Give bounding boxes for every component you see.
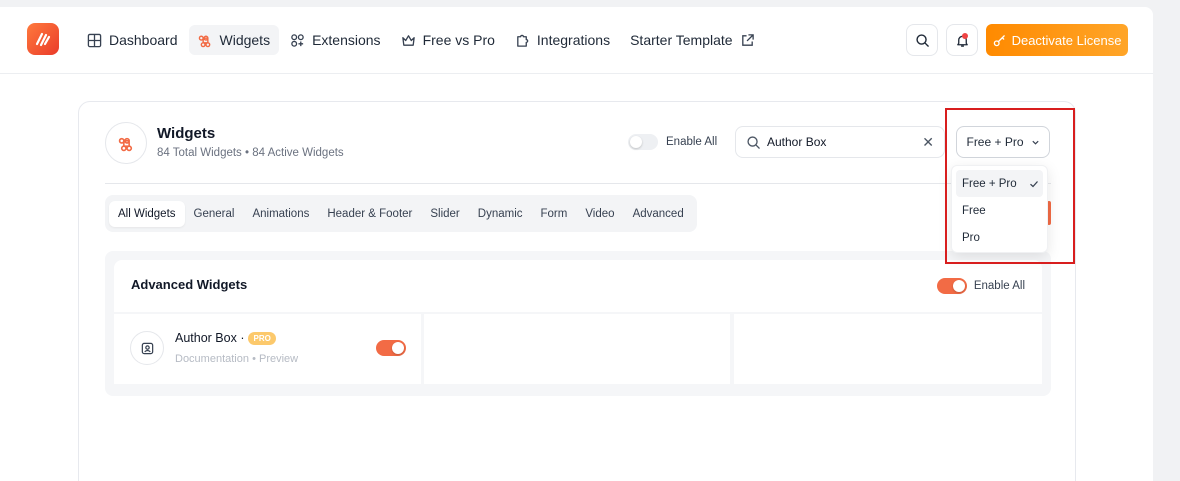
empty-widget-slot — [734, 314, 1042, 384]
nav-label-dashboard: Dashboard — [109, 32, 178, 48]
nav-item-free-vs-pro[interactable]: Free vs Pro — [392, 25, 504, 55]
nav-item-dashboard[interactable]: Dashboard — [78, 25, 187, 55]
top-navigation: Dashboard Widgets Extensions Free vs Pro… — [0, 7, 1153, 74]
extensions-icon — [291, 33, 304, 47]
notifications-button[interactable] — [946, 24, 978, 56]
search-icon — [915, 33, 929, 47]
tab-all-widgets[interactable]: All Widgets — [109, 200, 185, 227]
documentation-link[interactable]: Documentation — [175, 353, 249, 365]
search-icon — [747, 135, 760, 149]
tab-general[interactable]: General — [185, 201, 244, 227]
notification-dot — [962, 33, 968, 39]
brand-logo[interactable] — [27, 23, 59, 55]
annotation-highlight-box — [945, 108, 1075, 264]
clear-search-icon[interactable]: ✕ — [922, 134, 934, 151]
widget-name: Author Box · PRO — [175, 331, 276, 345]
key-icon — [993, 34, 1005, 46]
empty-widget-slot — [424, 314, 730, 384]
nav-item-integrations[interactable]: Integrations — [506, 25, 619, 55]
nav-item-extensions[interactable]: Extensions — [281, 25, 389, 55]
tab-slider[interactable]: Slider — [421, 201, 468, 227]
widget-counts: 84 Total Widgets • 84 Active Widgets — [157, 147, 344, 159]
nav-label-integrations: Integrations — [536, 32, 611, 48]
crown-icon — [401, 34, 415, 46]
counts-separator: • — [245, 147, 250, 159]
nav-item-widgets[interactable]: Widgets — [188, 25, 280, 55]
widget-links: Documentation • Preview — [175, 353, 298, 365]
advanced-widgets-panel: Advanced Widgets Enable All Author Box ·… — [105, 251, 1051, 396]
header-divider — [105, 183, 1051, 184]
logo-mark-icon — [35, 32, 51, 47]
enable-all-toggle[interactable] — [628, 134, 658, 150]
widget-name-text: Author Box · — [175, 331, 245, 345]
panel-enable-all-toggle[interactable] — [936, 278, 967, 294]
author-box-toggle[interactable] — [376, 340, 406, 356]
tab-advanced[interactable]: Advanced — [624, 201, 693, 227]
preview-link[interactable]: Preview — [259, 353, 298, 365]
search-input[interactable] — [767, 135, 917, 149]
category-tabs: All Widgets General Animations Header & … — [105, 195, 697, 232]
external-link-icon — [741, 33, 754, 46]
panel-enable-all-label: Enable All — [973, 280, 1025, 292]
nav-item-starter-template[interactable]: Starter Template — [621, 25, 763, 55]
widget-card: Author Box · PRO Documentation • Preview — [114, 314, 421, 384]
nav-label-extensions: Extensions — [312, 32, 381, 48]
toggle-knob — [630, 136, 642, 148]
puzzle-icon — [517, 34, 529, 47]
user-square-icon — [141, 342, 153, 354]
deactivate-license-label: Deactivate License — [1011, 32, 1122, 48]
nav-label-free-vs-pro: Free vs Pro — [422, 32, 495, 48]
panel-enable-all: Enable All — [936, 278, 1025, 294]
widgets-header-icon — [105, 122, 147, 164]
page-title: Widgets — [157, 125, 216, 142]
tab-header-footer[interactable]: Header & Footer — [318, 201, 421, 227]
command-icon — [118, 137, 132, 151]
widgets-card: Widgets 84 Total Widgets • 84 Active Wid… — [78, 101, 1076, 481]
panel-header: Advanced Widgets Enable All — [114, 260, 1042, 312]
links-separator: • — [252, 353, 256, 365]
tab-form[interactable]: Form — [532, 201, 577, 227]
toggle-knob — [952, 280, 965, 292]
author-box-icon-wrap — [130, 331, 164, 365]
toggle-knob — [392, 342, 404, 354]
nav-label-widgets: Widgets — [219, 32, 271, 48]
active-widgets-count: 84 Active Widgets — [252, 147, 344, 159]
pro-badge: PRO — [248, 331, 276, 345]
tab-animations[interactable]: Animations — [243, 201, 318, 227]
deactivate-license-button[interactable]: Deactivate License — [986, 24, 1128, 56]
grid-icon — [87, 33, 102, 47]
tab-video[interactable]: Video — [576, 201, 623, 227]
command-icon — [198, 35, 210, 47]
nav-menu: Dashboard Widgets Extensions Free vs Pro… — [78, 25, 764, 55]
widget-search: ✕ — [735, 126, 945, 158]
total-widgets-count: 84 Total Widgets — [157, 147, 242, 159]
enable-all-global: Enable All — [628, 134, 717, 150]
tab-dynamic[interactable]: Dynamic — [469, 201, 532, 227]
search-button[interactable] — [906, 24, 938, 56]
enable-all-label: Enable All — [666, 136, 718, 148]
nav-label-starter-template: Starter Template — [630, 32, 733, 48]
panel-title: Advanced Widgets — [131, 277, 248, 292]
